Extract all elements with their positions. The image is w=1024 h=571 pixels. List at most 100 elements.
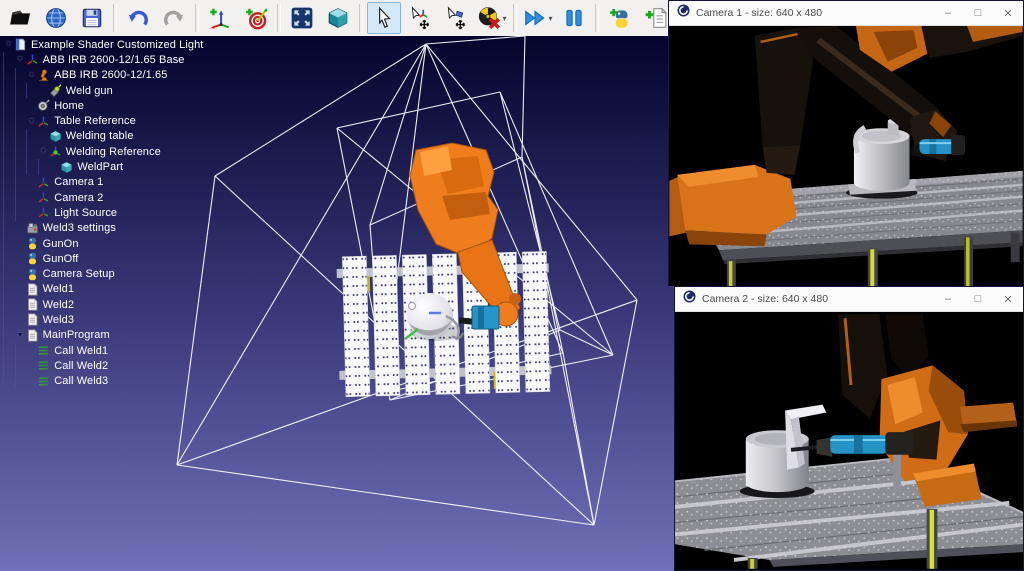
tree-item-label: Weld gun bbox=[66, 85, 113, 97]
tree-guide-line bbox=[3, 236, 15, 251]
collapse-arrow-icon[interactable]: ▼ bbox=[15, 56, 26, 63]
add-reference-frame-button[interactable] bbox=[203, 2, 237, 34]
pause-simulation-button[interactable] bbox=[557, 2, 591, 34]
program-call-icon bbox=[37, 344, 51, 357]
fast-simulation-button[interactable]: ▾ bbox=[521, 2, 555, 34]
close-icon[interactable]: ✕ bbox=[993, 1, 1023, 25]
camera-2-window[interactable]: Camera 2 - size: 640 x 480 – □ ✕ bbox=[674, 286, 1024, 571]
tree-item-gunon[interactable]: GunOn bbox=[3, 236, 203, 251]
station-icon bbox=[14, 38, 28, 51]
save-station-button[interactable] bbox=[75, 2, 109, 34]
tree-item-weld-gun[interactable]: Weld gun bbox=[3, 83, 203, 98]
check-collisions-button[interactable]: ▾ bbox=[475, 2, 509, 34]
camera-2-titlebar[interactable]: Camera 2 - size: 640 x 480 – □ ✕ bbox=[675, 287, 1023, 312]
tree-item-abb-irb-2600-12-1-65[interactable]: ▼ABB IRB 2600-12/1.65 bbox=[3, 68, 203, 83]
tree-item-gunoff[interactable]: GunOff bbox=[3, 251, 203, 266]
tree-guide-line bbox=[15, 68, 27, 83]
camera-1-title: Camera 1 - size: 640 x 480 bbox=[696, 7, 927, 19]
tree-guide-line bbox=[26, 159, 38, 174]
toolbar-separator bbox=[277, 4, 281, 32]
tree-guide-line bbox=[15, 374, 27, 389]
tree-item-light-source[interactable]: Light Source bbox=[3, 205, 203, 220]
tree-item-camera-2[interactable]: Camera 2 bbox=[3, 190, 203, 205]
camera-1-titlebar[interactable]: Camera 1 - size: 640 x 480 – □ ✕ bbox=[669, 1, 1023, 26]
redo-button[interactable] bbox=[157, 2, 191, 34]
add-python-program-button[interactable] bbox=[603, 2, 637, 34]
tree-item-camera-setup[interactable]: Camera Setup bbox=[3, 266, 203, 281]
tree-guide-line bbox=[3, 113, 15, 128]
tree-item-weld2[interactable]: Weld2 bbox=[3, 297, 203, 312]
tree-item-table-reference[interactable]: ▼ Table Reference bbox=[3, 113, 203, 128]
tree-guide-line bbox=[3, 205, 15, 220]
cursor-frame-icon bbox=[408, 6, 432, 30]
tree-guide-line bbox=[3, 312, 15, 327]
tree-guide-line bbox=[3, 374, 15, 389]
tree-item-welding-reference[interactable]: ▼Welding Reference bbox=[3, 144, 203, 159]
camera-2-view[interactable] bbox=[675, 312, 1023, 571]
tree-item-weld1[interactable]: Weld1 bbox=[3, 282, 203, 297]
close-icon[interactable]: ✕ bbox=[993, 287, 1023, 311]
tree-guide-line bbox=[15, 175, 27, 190]
move-tool-button[interactable] bbox=[439, 2, 473, 34]
tree-item-home[interactable]: Home bbox=[3, 98, 203, 113]
add-frame-icon bbox=[208, 6, 232, 30]
camera-1-window[interactable]: Camera 1 - size: 640 x 480 – □ ✕ bbox=[668, 0, 1024, 286]
fit-all-button[interactable] bbox=[285, 2, 319, 34]
tree-guide-line bbox=[3, 98, 15, 113]
tree-item-label: Weld3 settings bbox=[43, 222, 116, 234]
minimize-icon[interactable]: – bbox=[933, 287, 963, 311]
isometric-view-button[interactable] bbox=[321, 2, 355, 34]
tree-item-weld3[interactable]: Weld3 bbox=[3, 312, 203, 327]
tree-guide-line bbox=[26, 144, 38, 159]
tree-guide-line bbox=[15, 205, 27, 220]
collision-icon bbox=[477, 6, 501, 30]
tree-item-camera-1[interactable]: Camera 1 bbox=[3, 175, 203, 190]
tree-item-label: Camera 2 bbox=[54, 192, 103, 204]
tree-guide-line bbox=[3, 129, 15, 144]
tree-guide-line bbox=[15, 343, 27, 358]
collapse-arrow-icon[interactable]: ▼ bbox=[15, 332, 26, 339]
tree-guide-line bbox=[3, 144, 15, 159]
maximize-icon[interactable]: □ bbox=[963, 1, 993, 25]
tree-item-label: Table Reference bbox=[54, 115, 136, 127]
tree-item-mainprogram[interactable]: ▼MainProgram bbox=[3, 328, 203, 343]
camera-1-view[interactable] bbox=[669, 26, 1023, 286]
toolbar-separator bbox=[359, 4, 363, 32]
program-icon bbox=[26, 298, 40, 311]
tree-guide-line bbox=[15, 144, 27, 159]
tree-item-call-weld3[interactable]: Call Weld3 bbox=[3, 374, 203, 389]
frame-active-icon bbox=[49, 145, 63, 158]
tree-item-label: Weld2 bbox=[43, 299, 74, 311]
dropdown-caret-icon[interactable]: ▾ bbox=[502, 14, 506, 23]
select-button[interactable] bbox=[367, 2, 401, 34]
maximize-icon[interactable]: □ bbox=[963, 287, 993, 311]
collapse-arrow-icon[interactable]: ▼ bbox=[3, 41, 14, 48]
collapse-arrow-icon[interactable]: ▼ bbox=[26, 72, 37, 79]
add-target-button[interactable] bbox=[239, 2, 273, 34]
dropdown-caret-icon[interactable]: ▾ bbox=[548, 14, 552, 23]
tree-item-weldpart[interactable]: WeldPart bbox=[3, 159, 203, 174]
minimize-icon[interactable]: – bbox=[933, 1, 963, 25]
tree-item-call-weld2[interactable]: Call Weld2 bbox=[3, 358, 203, 373]
tree-guide-line bbox=[3, 52, 15, 67]
tree-item-example-shader-customized-light[interactable]: ▼Example Shader Customized Light bbox=[3, 37, 203, 52]
open-online-library-button[interactable] bbox=[39, 2, 73, 34]
tree-item-label: ABB IRB 2600-12/1.65 Base bbox=[43, 54, 185, 66]
collapse-arrow-icon[interactable]: ▼ bbox=[38, 148, 49, 155]
tree-guide-line bbox=[3, 297, 15, 312]
tree-item-call-weld1[interactable]: Call Weld1 bbox=[3, 343, 203, 358]
tree-item-label: Welding table bbox=[66, 130, 134, 142]
toolbar-separator bbox=[513, 4, 517, 32]
tree-guide-line bbox=[15, 113, 27, 128]
open-file-button[interactable] bbox=[3, 2, 37, 34]
move-reference-button[interactable] bbox=[403, 2, 437, 34]
tree-item-abb-irb-2600-12-1-65-base[interactable]: ▼ ABB IRB 2600-12/1.65 Base bbox=[3, 52, 203, 67]
undo-button[interactable] bbox=[121, 2, 155, 34]
folder-icon bbox=[8, 6, 32, 30]
program-icon bbox=[26, 283, 40, 296]
tree-item-weld3-settings[interactable]: Weld3 settings bbox=[3, 221, 203, 236]
frame-icon bbox=[37, 206, 51, 219]
collapse-arrow-icon[interactable]: ▼ bbox=[26, 118, 37, 125]
toolbar-separator bbox=[113, 4, 117, 32]
tree-item-welding-table[interactable]: Welding table bbox=[3, 129, 203, 144]
